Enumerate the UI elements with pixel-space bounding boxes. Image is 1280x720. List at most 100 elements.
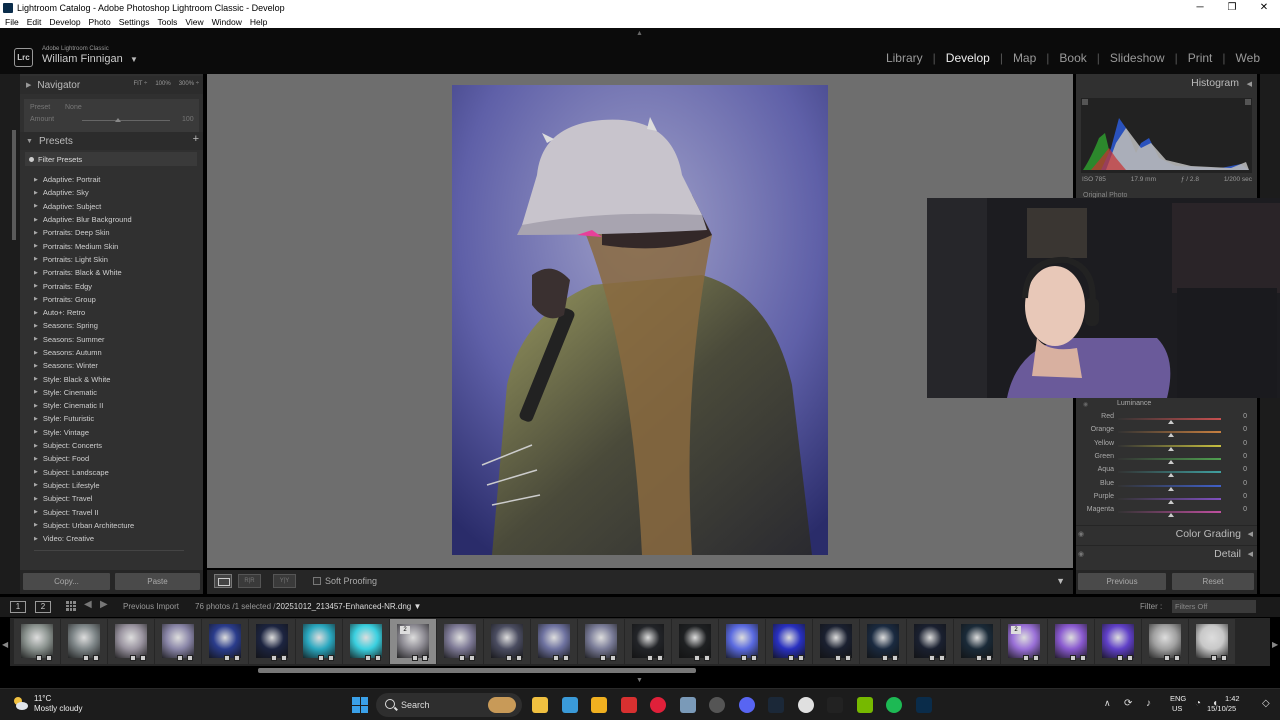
copy-button[interactable]: Copy...: [23, 573, 110, 590]
zoom-fit[interactable]: FIT ÷: [133, 81, 147, 87]
collapse-triangle-icon[interactable]: ◀: [1247, 80, 1252, 88]
preset-item[interactable]: ▶ Style: Black & White: [34, 372, 194, 385]
preset-item[interactable]: ▶ Seasons: Autumn: [34, 346, 194, 359]
menu-view[interactable]: View: [185, 17, 203, 27]
filmstrip-thumbnail[interactable]: [437, 619, 483, 664]
grid-view-icon[interactable]: [66, 601, 76, 611]
preset-item[interactable]: ▶ Subject: Landscape: [34, 466, 194, 479]
filmstrip-thumbnail[interactable]: [343, 619, 389, 664]
filmstrip-thumbnail[interactable]: [719, 619, 765, 664]
preset-item[interactable]: ▶ Adaptive: Portrait: [34, 173, 194, 186]
menu-edit[interactable]: Edit: [27, 17, 42, 27]
module-slideshow[interactable]: Slideshow: [1110, 51, 1165, 65]
menu-tools[interactable]: Tools: [157, 17, 177, 27]
forward-arrow-icon[interactable]: ▶: [100, 599, 108, 610]
news-icon[interactable]: [620, 697, 637, 713]
taskbar-search[interactable]: Search: [376, 693, 522, 717]
filmstrip-right-icon[interactable]: ▶: [1272, 640, 1278, 649]
steam-icon[interactable]: [768, 697, 784, 713]
eye-icon[interactable]: ◉: [1078, 530, 1084, 538]
zoom-300[interactable]: 300% ÷: [179, 81, 199, 87]
main-screen-button[interactable]: 1: [10, 601, 26, 613]
weather-desc[interactable]: Mostly cloudy: [34, 704, 82, 713]
user-caret-icon[interactable]: ▼: [130, 55, 138, 64]
luminance-toggle-icon[interactable]: ◉: [1083, 401, 1088, 408]
start-icon[interactable]: [352, 697, 368, 713]
preset-item[interactable]: ▶ Adaptive: Sky: [34, 186, 194, 199]
cloud-sun-icon[interactable]: [12, 695, 28, 711]
preset-item[interactable]: ▶ Auto+: Retro: [34, 306, 194, 319]
luminance-slider-knob[interactable]: [1168, 420, 1174, 424]
detail-panel[interactable]: ◉ Detail ◀: [1076, 545, 1257, 561]
amount-slider-knob[interactable]: [115, 118, 121, 122]
luminance-slider-knob[interactable]: [1168, 513, 1174, 518]
preset-item[interactable]: ▶ Seasons: Summer: [34, 333, 194, 346]
toolbar-options-caret-icon[interactable]: ▼: [1056, 576, 1065, 586]
amount-slider[interactable]: [82, 120, 170, 121]
main-photo[interactable]: [452, 85, 828, 555]
filmstrip-scrollbar[interactable]: [258, 668, 696, 673]
filmstrip-thumbnail[interactable]: [484, 619, 530, 664]
preset-item[interactable]: ▶ Adaptive: Subject: [34, 200, 194, 213]
close-button[interactable]: ✕: [1248, 2, 1280, 13]
luminance-slider-knob[interactable]: [1168, 499, 1174, 504]
obs-icon[interactable]: [709, 697, 725, 713]
minimize-button[interactable]: ─: [1184, 2, 1216, 13]
notification-bell-icon[interactable]: ◇: [1262, 698, 1270, 709]
preset-item[interactable]: ▶ Portraits: Edgy: [34, 279, 194, 292]
preset-item[interactable]: ▶ Subject: Lifestyle: [34, 479, 194, 492]
filmstrip-thumbnail[interactable]: [672, 619, 718, 664]
soft-proofing-checkbox[interactable]: [313, 577, 321, 585]
language-primary[interactable]: ENG: [1170, 694, 1186, 703]
preset-item[interactable]: ▶ Portraits: Black & White: [34, 266, 194, 279]
filmstrip-thumbnail[interactable]: [202, 619, 248, 664]
preset-item[interactable]: ▶ Style: Vintage: [34, 426, 194, 439]
preset-item[interactable]: ▶ Portraits: Group: [34, 293, 194, 306]
filmstrip-thumbnail[interactable]: [1048, 619, 1094, 664]
preset-item[interactable]: ▶ Portraits: Medium Skin: [34, 239, 194, 252]
luminance-slider-knob[interactable]: [1168, 446, 1174, 451]
color-grading-panel[interactable]: ◉ Color Grading ◀: [1076, 525, 1257, 541]
preset-item[interactable]: ▶ Style: Futuristic: [34, 412, 194, 425]
microphone-icon[interactable]: ♪: [1146, 698, 1151, 709]
histogram-title[interactable]: Histogram: [1076, 77, 1257, 89]
module-develop[interactable]: Develop: [946, 51, 990, 65]
nvidia-broadcast-icon[interactable]: [679, 697, 696, 713]
filmstrip-thumbnail[interactable]: [531, 619, 577, 664]
user-name[interactable]: William Finnigan: [42, 53, 123, 65]
nvidia-icon[interactable]: [856, 697, 873, 713]
histogram-graph[interactable]: [1081, 98, 1252, 173]
filmstrip-thumbnail[interactable]: 2: [1001, 619, 1047, 664]
source-label[interactable]: Previous Import: [123, 602, 179, 611]
language-secondary[interactable]: US: [1172, 704, 1182, 713]
previous-button[interactable]: Previous: [1078, 573, 1166, 590]
preset-item[interactable]: ▶ Subject: Food: [34, 452, 194, 465]
preset-item[interactable]: ▶ Portraits: Light Skin: [34, 253, 194, 266]
luminance-slider-knob[interactable]: [1168, 459, 1174, 464]
filmstrip-thumbnail[interactable]: [766, 619, 812, 664]
filmstrip-thumbnail[interactable]: [155, 619, 201, 664]
filmstrip-thumbnail[interactable]: [1189, 619, 1235, 664]
wifi-icon[interactable]: ◔: [1195, 698, 1201, 709]
folder-icon[interactable]: [591, 697, 607, 713]
luminance-slider-knob[interactable]: [1168, 433, 1174, 438]
clock-date[interactable]: 15/10/25: [1207, 704, 1236, 713]
preset-item[interactable]: ▶ Subject: Urban Architecture: [34, 519, 194, 532]
clock-time[interactable]: 1:42: [1225, 694, 1240, 703]
tray-chevron-icon[interactable]: ∧: [1104, 698, 1111, 709]
filmstrip-thumbnail[interactable]: [108, 619, 154, 664]
preset-item[interactable]: ▶ Adaptive: Blur Background: [34, 213, 194, 226]
filmstrip-thumbnail[interactable]: [296, 619, 342, 664]
maximize-button[interactable]: ❐: [1216, 2, 1248, 13]
filmstrip-thumbnail[interactable]: [813, 619, 859, 664]
module-print[interactable]: Print: [1188, 51, 1213, 65]
opera-icon[interactable]: [650, 697, 666, 713]
module-library[interactable]: Library: [886, 51, 923, 65]
paste-button[interactable]: Paste: [115, 573, 200, 590]
filmstrip-thumbnail[interactable]: 2: [390, 619, 436, 664]
module-web[interactable]: Web: [1236, 51, 1260, 65]
top-panel-toggle-icon[interactable]: ▲: [636, 30, 643, 37]
photos-icon[interactable]: [561, 697, 578, 713]
menu-settings[interactable]: Settings: [119, 17, 150, 27]
eye-icon[interactable]: ◉: [1078, 550, 1084, 558]
